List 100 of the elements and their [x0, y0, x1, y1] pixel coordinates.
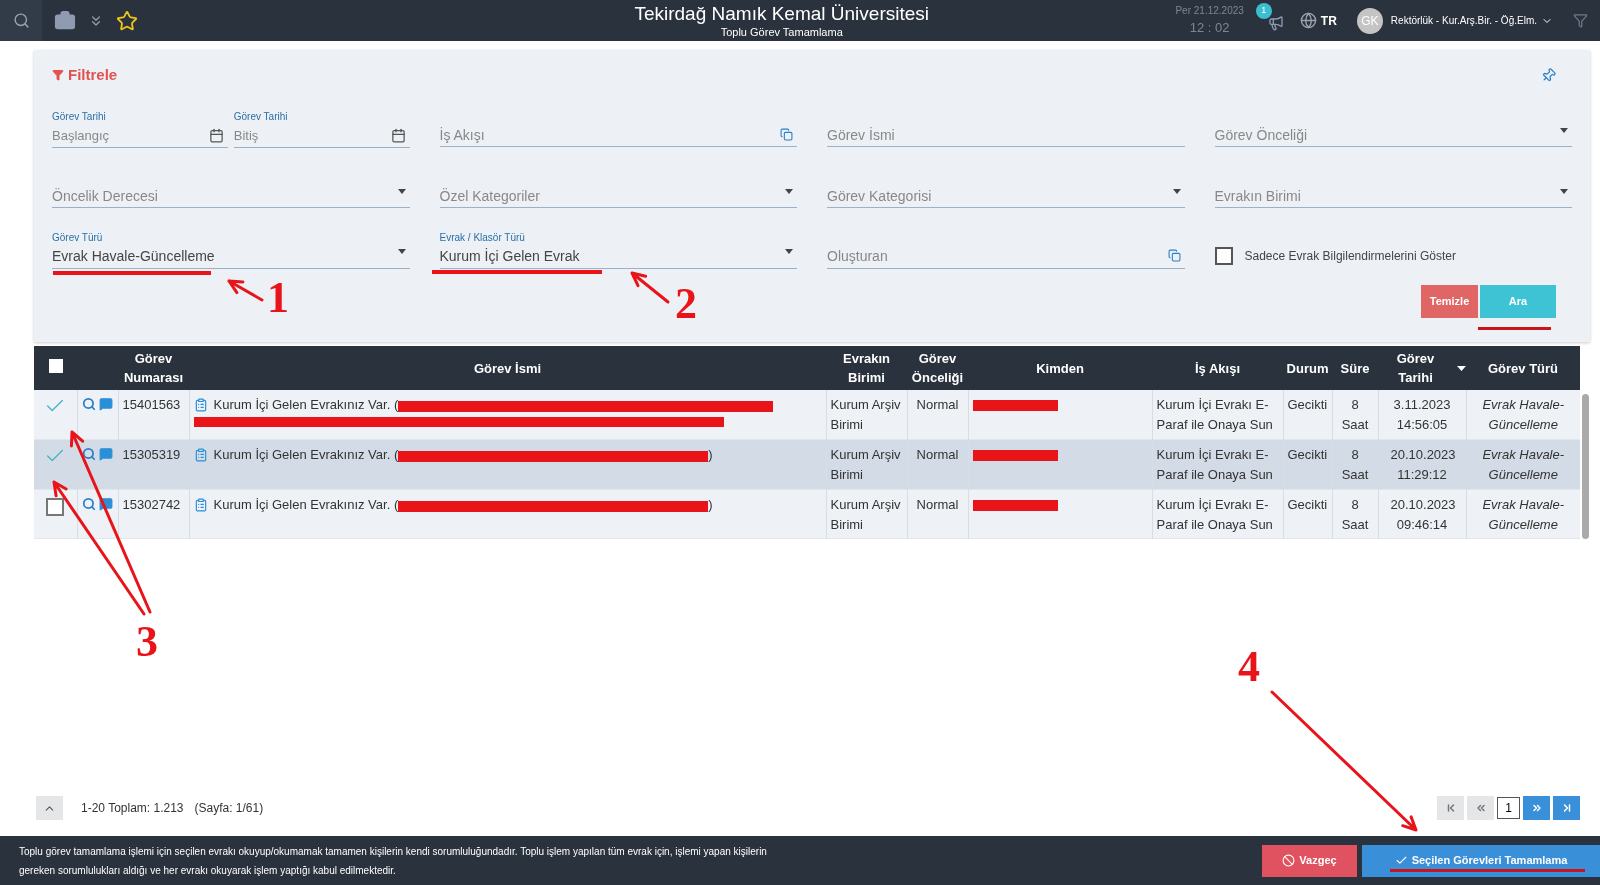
double-chevron-icon	[1474, 802, 1487, 814]
input-field[interactable]: Görev İsmi	[827, 123, 1185, 147]
star-icon[interactable]	[116, 9, 138, 32]
briefcase-icon[interactable]	[54, 9, 76, 32]
task-name-end: )	[708, 446, 713, 464]
scrollbar[interactable]	[1582, 394, 1589, 539]
column-header[interactable]: Görev Önceliği	[907, 346, 968, 390]
select-all-checkbox[interactable]	[48, 359, 63, 373]
copy-icon[interactable]	[780, 127, 793, 141]
column-header[interactable]: Evrakın Birimi	[826, 346, 907, 390]
filter-icon	[52, 69, 64, 82]
date-text: Per 21.12.2023	[1175, 4, 1244, 19]
search-icon[interactable]	[81, 397, 96, 411]
task-name[interactable]: Kurum İçi Gelen Evrakınız Var. (	[213, 445, 399, 465]
checkbox[interactable]	[1214, 246, 1233, 265]
message-icon[interactable]	[98, 496, 113, 511]
message-icon[interactable]	[98, 397, 113, 411]
input-field[interactable]: Görev Önceliği	[1214, 123, 1572, 147]
input-field[interactable]: Evrakın Birimi	[1214, 184, 1572, 208]
priority-text: Normal	[916, 447, 959, 462]
caret-icon	[1560, 188, 1568, 194]
task-name-end: )	[708, 495, 713, 514]
caret-icon	[785, 188, 793, 194]
column-header[interactable]: Süre	[1332, 346, 1378, 390]
caret-icon	[397, 249, 406, 254]
megaphone-icon[interactable]	[1267, 14, 1284, 31]
task-name[interactable]: Kurum İçi Gelen Evrakınız Var. (	[213, 395, 399, 415]
workflow-text: Kurum İçi Evrakı E-Paraf ile Onaya Sun	[1156, 496, 1273, 532]
globe-icon[interactable]	[1299, 12, 1317, 29]
annotation-number: 2	[675, 282, 697, 326]
message-icon[interactable]	[98, 447, 113, 461]
status-text: Gecikti	[1287, 496, 1328, 512]
task-type: Evrak Havale-Güncelleme	[1482, 496, 1565, 532]
notice-text: Toplu görev tamamlama işlemi için seçilen evrakı okuyup/okumamak tamamen kişilerin kendi sorumluluğundadır. Toplu işlem yapılan tüm evrak için, işlemi yapan kişilerin gereken sorumlulukları aldığı ve her evrakı okuyarak işlem yaptığı kabul edilmektedir.	[18, 844, 768, 878]
column-header[interactable]: Görev Türü	[1466, 346, 1580, 390]
unit-selector[interactable]: Rektörlük - Kur.Arş.Bir. - Öğ.Elm.	[1390, 13, 1537, 28]
duration-text: 8 Saat	[1341, 397, 1369, 432]
annotation-number: 1	[267, 276, 289, 320]
task-date: 20.10.2023 11:29:12	[1390, 447, 1456, 482]
input-field[interactable]: Görev Kategorisi	[827, 184, 1185, 208]
column-header[interactable]: Görev İsmi	[189, 346, 826, 390]
column-header[interactable]: Görev Numarası	[118, 346, 189, 390]
ban-icon	[1282, 854, 1296, 867]
page-button[interactable]	[1523, 796, 1550, 820]
input-field[interactable]: İş Akışı	[439, 123, 797, 147]
status-text: Gecikti	[1287, 447, 1328, 462]
input-field[interactable]: Kurum İçi Gelen Evrak	[439, 244, 797, 269]
task-name[interactable]: Kurum İçi Gelen Evrakınız Var. (	[213, 494, 399, 515]
field-label: Görev Tarihi	[52, 109, 107, 123]
page-button[interactable]	[1553, 796, 1580, 820]
clipboard-icon	[193, 497, 208, 512]
search-icon[interactable]	[12, 12, 30, 29]
double-chevron-icon	[1530, 802, 1543, 814]
input-field[interactable]: Başlangıç	[52, 123, 228, 148]
language-selector[interactable]: TR	[1320, 11, 1337, 30]
caret-icon	[397, 188, 406, 194]
search-icon[interactable]	[81, 496, 96, 511]
page-number-field[interactable]: 1	[1497, 797, 1520, 819]
clipboard-icon	[193, 398, 208, 412]
input-field[interactable]: Oluşturan	[827, 244, 1185, 269]
table-row[interactable]: 15305319 Kurum İçi Gelen Evrakınız Var. ( ) Kurum Arşiv Birimi Normal Kurum İçi Evrakı E-Paraf ile Onaya Sun Gecikti 8 Saat 20.10.2023 11:29:12 Evrak Havale-Güncelleme	[34, 439, 1580, 489]
task-type: Evrak Havale-Güncelleme	[1482, 447, 1565, 482]
priority-text: Normal	[916, 397, 959, 412]
table-row[interactable]: 15302742 Kurum İçi Gelen Evrakınız Var. ( ) Kurum Arşiv Birimi Normal Kurum İçi Evrakı E-Paraf ile Onaya Sun Gecikti 8 Saat 20.10.2023 09:46:14 Evrak Havale-Güncelleme	[34, 489, 1580, 539]
caret-icon	[1560, 127, 1568, 133]
checkbox-label: Sadece Evrak Bilgilendirmelerini Göster	[1244, 247, 1456, 265]
notification-badge: 1	[1255, 2, 1272, 19]
duration-text: 8 Saat	[1341, 447, 1369, 482]
row-checkbox[interactable]	[46, 497, 65, 516]
page-info: (Sayfa: 1/61)	[194, 800, 264, 817]
calendar-icon[interactable]	[390, 127, 406, 143]
field-label: Görev Türü	[52, 231, 104, 244]
input-field[interactable]: Evrak Havale-Güncelleme	[52, 244, 410, 269]
filter-title: Filtrele	[68, 65, 118, 85]
unit-text: Kurum Arşiv Birimi	[830, 496, 901, 532]
check-icon	[1394, 854, 1408, 867]
duration-text: 8 Saat	[1341, 496, 1369, 532]
input-field[interactable]: Özel Kategoriler	[439, 184, 797, 208]
funnel-icon[interactable]	[1573, 13, 1588, 28]
unit-text: Kurum Arşiv Birimi	[830, 447, 901, 482]
page-subtitle: Toplu Görev Tamamlama	[720, 25, 843, 39]
search-icon[interactable]	[81, 447, 96, 461]
copy-icon[interactable]	[1167, 249, 1181, 262]
column-header[interactable]: Görev Tarihi	[1378, 346, 1466, 390]
annotation-arrow	[630, 271, 670, 304]
sort-caret-icon	[1457, 365, 1466, 371]
table-row[interactable]: 15401563 Kurum İçi Gelen Evrakınız Var. ( Kurum Arşiv Birimi Normal Kurum İçi Evrakı E-Paraf ile Onaya Sun Gecikti 8 Saat 3.11.2023 14:56:05 Evrak Havale-Güncelleme	[34, 390, 1580, 440]
clipboard-icon	[193, 448, 208, 462]
input-field[interactable]: Öncelik Derecesi	[52, 184, 410, 208]
annotation-arrow	[227, 279, 264, 302]
task-number: 15305319	[122, 447, 181, 462]
cancel-button[interactable]: Vazgeç	[1262, 844, 1357, 877]
column-header[interactable]: Durum	[1283, 346, 1332, 390]
input-field[interactable]: Bitiş	[233, 123, 410, 148]
calendar-icon[interactable]	[208, 127, 224, 143]
task-date: 20.10.2023 09:46:14	[1390, 496, 1456, 532]
column-header[interactable]: İş Akışı	[1152, 346, 1283, 390]
scroll-up-button[interactable]	[36, 796, 63, 820]
clock-text: 12 : 02	[1189, 19, 1230, 38]
column-header[interactable]: Kimden	[968, 346, 1152, 390]
